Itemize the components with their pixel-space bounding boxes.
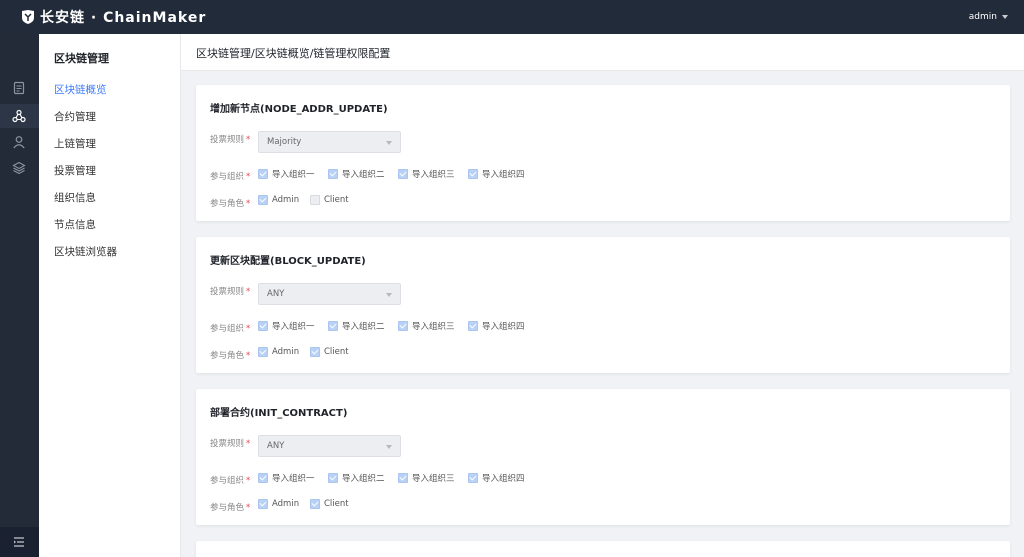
username: admin	[968, 12, 997, 22]
sidebar-item-vote-management[interactable]: 投票管理	[54, 163, 96, 178]
checkbox-checked-icon	[310, 499, 320, 509]
orgs-label: 参与组织 *	[210, 324, 251, 334]
org-checkbox-2[interactable]: 导入组织二	[328, 472, 385, 484]
sidebar-item-chain-browser[interactable]: 区块链浏览器	[54, 244, 117, 259]
chevron-down-icon	[386, 293, 392, 297]
sidebar-title: 区块链管理	[54, 52, 109, 65]
checkbox-checked-icon	[468, 321, 478, 331]
checkbox-checked-icon	[328, 321, 338, 331]
checkbox-checked-icon	[258, 347, 268, 357]
chevron-down-icon	[386, 141, 392, 145]
checkbox-checked-icon	[398, 169, 408, 179]
checkbox-checked-icon	[468, 169, 478, 179]
org-checkbox-4[interactable]: 导入组织四	[468, 320, 525, 332]
checkbox-checked-icon	[258, 321, 268, 331]
document-icon[interactable]	[12, 81, 26, 95]
checkbox-checked-icon	[328, 169, 338, 179]
orgs-label: 参与组织 *	[210, 476, 251, 486]
sidebar-item-onchain-management[interactable]: 上链管理	[54, 136, 96, 151]
vote-rule-label: 投票规则 *	[210, 287, 251, 297]
vote-rule-label: 投票规则 *	[210, 135, 251, 145]
card-title: 更新区块配置(BLOCK_UPDATE)	[210, 256, 366, 267]
card-title: 部署合约(INIT_CONTRACT)	[210, 408, 348, 419]
vote-rule-select[interactable]: ANY	[258, 435, 401, 457]
brand[interactable]: 长安链 · ChainMaker	[20, 0, 206, 34]
collapse-menu-icon[interactable]	[12, 535, 26, 549]
checkbox-checked-icon	[258, 195, 268, 205]
checkbox-checked-icon	[258, 499, 268, 509]
org-checkbox-3[interactable]: 导入组织三	[398, 472, 455, 484]
chevron-down-icon	[1002, 15, 1008, 19]
checkbox-checked-icon	[398, 473, 408, 483]
checkbox-checked-icon	[328, 473, 338, 483]
role-checkbox-client[interactable]: Client	[310, 195, 349, 205]
role-checkbox-client[interactable]: Client	[310, 499, 349, 509]
breadcrumb: 区块链管理/区块链概览/链管理权限配置	[196, 47, 391, 60]
checkbox-checked-icon	[258, 473, 268, 483]
role-checkbox-client[interactable]: Client	[310, 347, 349, 357]
checkbox-checked-icon	[468, 473, 478, 483]
roles-label: 参与角色 *	[210, 199, 251, 209]
org-checkbox-3[interactable]: 导入组织三	[398, 320, 455, 332]
org-checkbox-4[interactable]: 导入组织四	[468, 168, 525, 180]
permission-card-block-update: 更新区块配置(BLOCK_UPDATE) 投票规则 * ANY 参与组织 * 导入组…	[196, 237, 1010, 373]
sidebar: 区块链管理 区块链概览 合约管理 上链管理 投票管理 组织信息 节点信息 区块链…	[39, 34, 181, 557]
sidebar-item-node-info[interactable]: 节点信息	[54, 217, 96, 232]
sidebar-item-org-info[interactable]: 组织信息	[54, 190, 96, 205]
vote-rule-value: Majority	[267, 137, 302, 147]
shield-logo-icon	[20, 9, 36, 25]
checkbox-checked-icon	[398, 321, 408, 331]
rail-footer	[0, 527, 39, 557]
org-checkbox-1[interactable]: 导入组织一	[258, 168, 315, 180]
vote-rule-select[interactable]: Majority	[258, 131, 401, 153]
layers-icon[interactable]	[12, 161, 26, 175]
role-checkbox-admin[interactable]: Admin	[258, 347, 299, 357]
icon-rail	[0, 34, 39, 557]
org-checkbox-2[interactable]: 导入组织二	[328, 320, 385, 332]
breadcrumb-bar: 区块链管理/区块链概览/链管理权限配置	[181, 34, 1024, 71]
org-checkbox-1[interactable]: 导入组织一	[258, 320, 315, 332]
card-title: 增加新节点(NODE_ADDR_UPDATE)	[210, 104, 388, 115]
user-icon[interactable]	[12, 135, 26, 149]
vote-rule-label: 投票规则 *	[210, 439, 251, 449]
permission-card-init-contract: 部署合约(INIT_CONTRACT) 投票规则 * ANY 参与组织 * 导入组织…	[196, 389, 1010, 525]
org-checkbox-1[interactable]: 导入组织一	[258, 472, 315, 484]
checkbox-unchecked-icon	[310, 195, 320, 205]
vote-rule-select[interactable]: ANY	[258, 283, 401, 305]
roles-label: 参与角色 *	[210, 351, 251, 361]
org-checkbox-4[interactable]: 导入组织四	[468, 472, 525, 484]
user-menu[interactable]: admin	[969, 0, 1008, 34]
roles-label: 参与角色 *	[210, 503, 251, 513]
checkbox-checked-icon	[258, 169, 268, 179]
orgs-label: 参与组织 *	[210, 172, 251, 182]
chevron-down-icon	[386, 445, 392, 449]
role-checkbox-admin[interactable]: Admin	[258, 195, 299, 205]
brand-name: 长安链 · ChainMaker	[40, 10, 207, 26]
network-icon[interactable]	[12, 109, 26, 123]
checkbox-checked-icon	[310, 347, 320, 357]
vote-rule-value: ANY	[267, 441, 285, 451]
vote-rule-value: ANY	[267, 289, 285, 299]
permission-card-node-addr-update: 增加新节点(NODE_ADDR_UPDATE) 投票规则 * Majority 参…	[196, 85, 1010, 221]
sidebar-item-contract-management[interactable]: 合约管理	[54, 109, 96, 124]
sidebar-item-chain-overview[interactable]: 区块链概览	[54, 82, 107, 97]
org-checkbox-3[interactable]: 导入组织三	[398, 168, 455, 180]
role-checkbox-admin[interactable]: Admin	[258, 499, 299, 509]
org-checkbox-2[interactable]: 导入组织二	[328, 168, 385, 180]
permission-card-next	[196, 541, 1010, 557]
top-header: 长安链 · ChainMaker admin	[0, 0, 1024, 34]
